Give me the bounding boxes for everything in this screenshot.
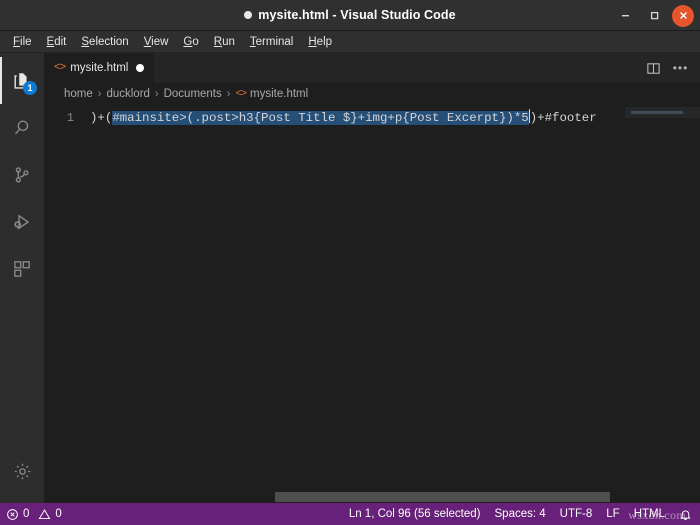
- minimap[interactable]: [624, 105, 700, 491]
- status-indentation[interactable]: Spaces: 4: [495, 503, 546, 525]
- breadcrumb: home › ducklord › Documents › <> mysite.…: [44, 83, 700, 105]
- menu-selection[interactable]: Selection: [74, 32, 135, 52]
- minimap-line: [631, 111, 683, 114]
- code-editor[interactable]: 1 )+(#mainsite>(.post>h3{Post Title $}+i…: [44, 105, 700, 491]
- html-file-icon: <>: [235, 88, 246, 100]
- breadcrumb-item-documents[interactable]: Documents: [164, 88, 222, 100]
- vscode-window: mysite.html - Visual Studio Code File Ed…: [0, 0, 700, 525]
- tab-bar: <> mysite.html •••: [44, 53, 700, 83]
- menu-run[interactable]: Run: [207, 32, 242, 52]
- menu-edit[interactable]: Edit: [40, 32, 74, 52]
- workbench-body: 1: [0, 53, 700, 503]
- menu-go[interactable]: Go: [176, 32, 205, 52]
- activity-bar: 1: [0, 53, 44, 503]
- tab-bar-filler: [154, 53, 634, 83]
- breadcrumb-item-ducklord[interactable]: ducklord: [106, 88, 149, 100]
- breadcrumb-item-home[interactable]: home: [64, 88, 93, 100]
- breadcrumb-label: mysite.html: [250, 88, 308, 100]
- title-bar: mysite.html - Visual Studio Code: [0, 0, 700, 31]
- activity-extensions[interactable]: [0, 245, 44, 292]
- activity-source-control[interactable]: [0, 151, 44, 198]
- minimize-button[interactable]: [614, 5, 636, 27]
- menu-terminal[interactable]: Terminal: [243, 32, 300, 52]
- breadcrumb-label: Documents: [164, 88, 222, 100]
- window-title-text: mysite.html - Visual Studio Code: [258, 8, 455, 22]
- title-dirty-dot: [244, 11, 252, 19]
- maximize-button[interactable]: [643, 5, 665, 27]
- breadcrumb-label: home: [64, 88, 93, 100]
- breadcrumb-label: ducklord: [106, 88, 149, 100]
- editor-group: <> mysite.html ••• home: [44, 53, 700, 503]
- line-number: 1: [44, 109, 74, 128]
- breadcrumb-separator: ›: [98, 88, 102, 100]
- menu-file[interactable]: File: [6, 32, 39, 52]
- tab-dirty-dot[interactable]: [136, 64, 144, 72]
- status-language-mode[interactable]: HTML: [634, 503, 665, 525]
- explorer-badge: 1: [23, 81, 37, 95]
- warning-count: 0: [55, 503, 61, 525]
- status-problems[interactable]: 0 0: [6, 503, 62, 525]
- activity-search[interactable]: [0, 104, 44, 151]
- code-before-selection: )+(: [90, 111, 112, 125]
- bell-icon: [679, 508, 692, 521]
- status-cursor-position[interactable]: Ln 1, Col 96 (56 selected): [349, 503, 481, 525]
- activity-explorer[interactable]: 1: [0, 57, 44, 104]
- editor-actions: •••: [634, 53, 700, 83]
- horizontal-scrollbar-thumb[interactable]: [275, 492, 610, 502]
- menu-view[interactable]: View: [137, 32, 176, 52]
- editor-decorations: [610, 105, 624, 491]
- window-title: mysite.html - Visual Studio Code: [244, 8, 455, 22]
- activity-run-and-debug[interactable]: [0, 198, 44, 245]
- error-count: 0: [23, 503, 29, 525]
- close-button[interactable]: [672, 5, 694, 27]
- breadcrumb-separator: ›: [155, 88, 159, 100]
- breadcrumb-item-mysite-html[interactable]: <> mysite.html: [235, 88, 308, 100]
- warning-icon: [38, 508, 51, 521]
- ellipsis-icon[interactable]: •••: [672, 60, 689, 77]
- error-icon: [6, 508, 19, 521]
- status-eol[interactable]: LF: [606, 503, 619, 525]
- code-selection: #mainsite>(.post>h3{Post Title $}+img+p{…: [112, 111, 528, 125]
- window-controls: [614, 0, 694, 31]
- tab-label: mysite.html: [70, 62, 128, 74]
- horizontal-scrollbar[interactable]: [44, 491, 700, 503]
- status-encoding[interactable]: UTF-8: [560, 503, 593, 525]
- code-after-selection: )+#footer: [530, 111, 597, 125]
- line-number-gutter: 1: [44, 105, 88, 491]
- code-content[interactable]: )+(#mainsite>(.post>h3{Post Title $}+img…: [88, 105, 610, 491]
- status-notifications[interactable]: [679, 508, 692, 521]
- menu-bar: File Edit Selection View Go Run Terminal…: [0, 31, 700, 53]
- code-line-1[interactable]: )+(#mainsite>(.post>h3{Post Title $}+img…: [88, 109, 610, 128]
- breadcrumb-separator: ›: [227, 88, 231, 100]
- html-file-icon: <>: [54, 62, 65, 74]
- activity-manage-gear[interactable]: [0, 448, 44, 495]
- split-editor-icon[interactable]: [645, 60, 662, 77]
- status-bar: 0 0 Ln 1, Col 96 (56 selected) Spaces: 4…: [0, 503, 700, 525]
- tab-mysite-html[interactable]: <> mysite.html: [44, 53, 154, 83]
- menu-help[interactable]: Help: [301, 32, 339, 52]
